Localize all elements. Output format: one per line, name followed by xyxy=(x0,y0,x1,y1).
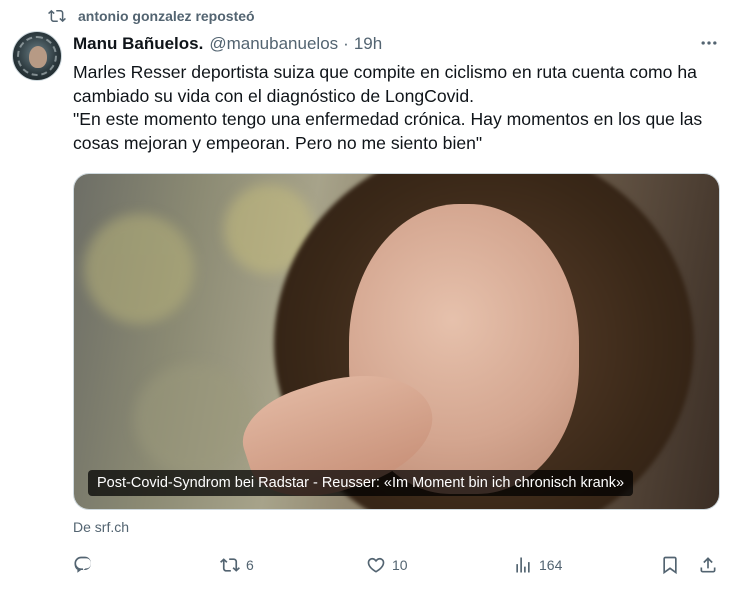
like-button[interactable]: 10 xyxy=(366,553,408,577)
views-button[interactable]: 164 xyxy=(513,553,562,577)
media-caption: Post-Covid-Syndrom bei Radstar - Reusser… xyxy=(88,470,634,496)
repost-icon xyxy=(220,558,240,572)
reply-button[interactable] xyxy=(73,553,93,577)
tweet-text: Marles Resser deportista suiza que compi… xyxy=(73,61,723,155)
repost-icon xyxy=(48,7,66,25)
tweet-text-line: Marles Resser deportista suiza que compi… xyxy=(73,62,697,106)
avatar[interactable] xyxy=(12,31,62,81)
repost-attribution[interactable]: antonio gonzalez reposteó xyxy=(78,8,255,24)
more-options-button[interactable] xyxy=(697,33,721,53)
more-icon xyxy=(701,41,717,45)
bokeh-shape xyxy=(134,364,254,474)
author-name[interactable]: Manu Bañuelos. xyxy=(73,34,203,54)
tweet-timestamp[interactable]: 19h xyxy=(354,34,382,54)
repost-header: antonio gonzalez reposteó xyxy=(48,6,255,26)
bokeh-shape xyxy=(84,214,194,324)
tweet-action-bar: 6 10 164 xyxy=(73,553,723,577)
share-button[interactable] xyxy=(698,553,718,577)
tweet-text-line: "En este momento tengo una enfermedad cr… xyxy=(73,109,703,153)
views-icon xyxy=(516,557,530,573)
repost-count: 6 xyxy=(246,557,254,573)
repost-button[interactable]: 6 xyxy=(220,553,254,577)
bookmark-icon xyxy=(663,556,677,575)
avatar-face xyxy=(29,46,47,68)
link-card-media[interactable]: Post-Covid-Syndrom bei Radstar - Reusser… xyxy=(73,173,720,510)
link-source[interactable]: De srf.ch xyxy=(73,519,129,535)
tweet-header: Manu Bañuelos. @manubanuelos · 19h xyxy=(73,33,382,55)
share-icon xyxy=(700,557,716,573)
like-count: 10 xyxy=(392,557,408,573)
heart-icon xyxy=(367,557,385,573)
header-separator: · xyxy=(343,34,349,53)
bookmark-button[interactable] xyxy=(660,553,680,577)
reply-icon xyxy=(74,556,92,573)
author-handle[interactable]: @manubanuelos xyxy=(209,34,338,54)
views-count: 164 xyxy=(539,557,563,573)
